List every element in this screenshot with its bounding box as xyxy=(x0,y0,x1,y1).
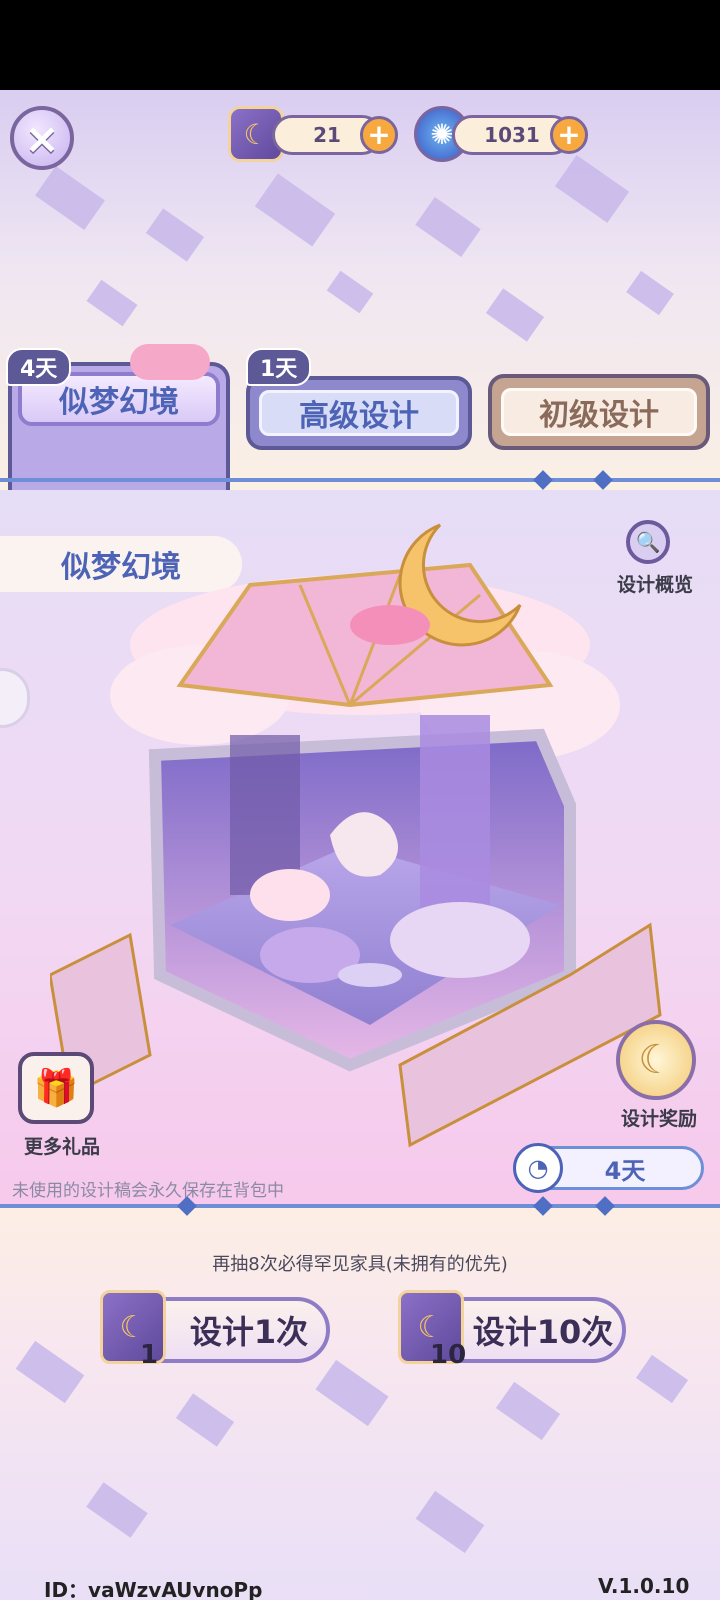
clock-icon: ◔ xyxy=(513,1143,563,1193)
design-rewards-button[interactable]: ☾ 设计奖励 xyxy=(604,1020,714,1132)
magnifier-icon: 🔍 xyxy=(626,520,670,564)
dream-cloud-icon xyxy=(130,344,210,380)
tab-basic-label: 初级设计 xyxy=(539,398,659,433)
tab-advanced-label: 高级设计 xyxy=(299,399,419,434)
design-once-label: 设计1次 xyxy=(189,1313,309,1351)
more-gifts-label: 更多礼品 xyxy=(23,1136,100,1158)
design-rewards-label: 设计奖励 xyxy=(620,1108,697,1130)
storage-notice: 未使用的设计稿会永久保存在背包中 xyxy=(12,1181,284,1201)
more-gifts-button[interactable]: 🎁 更多礼品 xyxy=(14,1052,110,1162)
design-once-cost: 1 xyxy=(140,1340,159,1370)
tab-dream-label: 似梦幻境 xyxy=(59,385,179,420)
design-ten-label: 设计10次 xyxy=(472,1313,614,1351)
player-id: ID：vaWzvAUvnoPp xyxy=(44,1578,263,1600)
add-scroll-button[interactable]: + xyxy=(360,116,398,154)
event-timer: ◔ 4天 xyxy=(513,1143,704,1193)
add-gem-button[interactable]: + xyxy=(550,116,588,154)
tab-advanced-badge: 1天 xyxy=(246,348,312,386)
timer-value: 4天 xyxy=(604,1156,646,1185)
status-bar xyxy=(0,0,720,90)
app-version: V.1.0.10 xyxy=(598,1574,690,1598)
dream-room-illustration xyxy=(50,523,662,1148)
plus-icon: + xyxy=(557,118,581,151)
scroll-count: 21 xyxy=(313,123,341,147)
tab-advanced[interactable]: 高级设计 xyxy=(246,376,472,450)
tab-dream-badge: 4天 xyxy=(6,348,72,386)
pity-hint: 再抽8次必得罕见家具(未拥有的优先) xyxy=(212,1254,508,1275)
gift-box-icon: 🎁 xyxy=(18,1052,94,1124)
tab-advanced-inner: 高级设计 xyxy=(259,390,459,436)
plus-icon: + xyxy=(367,118,391,151)
design-ten-cost: 10 xyxy=(430,1340,467,1370)
design-overview-label: 设计概览 xyxy=(616,574,693,596)
close-icon: × xyxy=(24,113,60,163)
gem-count: 1031 xyxy=(484,123,540,147)
moon-reward-icon: ☾ xyxy=(616,1020,696,1100)
tab-basic[interactable]: 初级设计 xyxy=(488,374,710,450)
close-button[interactable]: × xyxy=(10,106,74,170)
tab-basic-inner: 初级设计 xyxy=(501,388,697,436)
design-overview-button[interactable]: 🔍 设计概览 xyxy=(600,520,710,600)
